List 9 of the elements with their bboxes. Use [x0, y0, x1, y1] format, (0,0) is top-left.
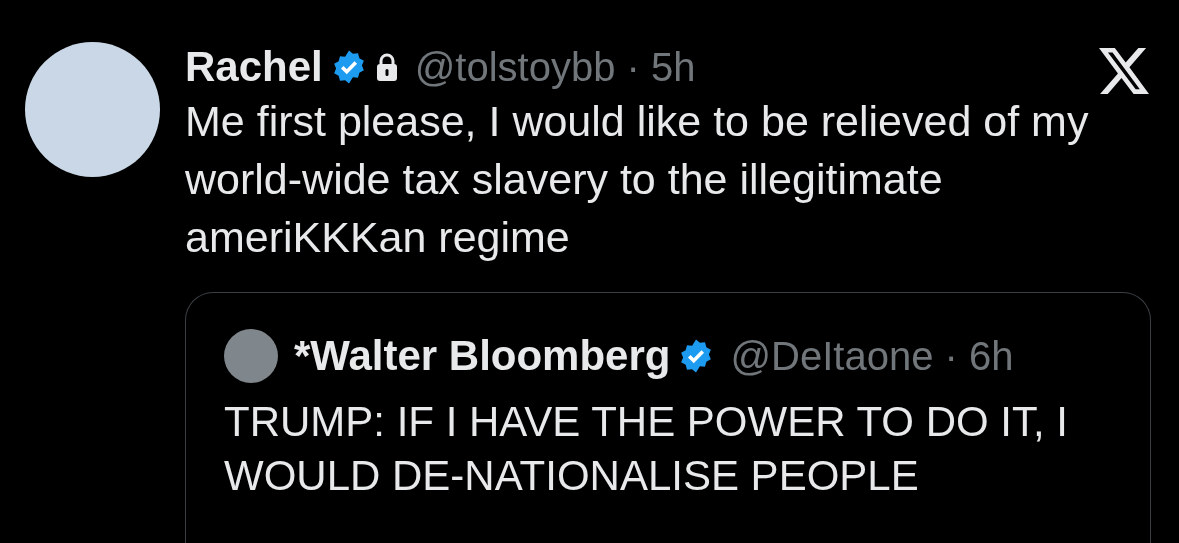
- avatar: [224, 329, 278, 384]
- x-logo-icon: [1099, 48, 1149, 94]
- author-name: Rachel: [185, 42, 323, 92]
- post-text: Me first please, I would like to be relieved of my world-wide tax slavery to the illegitimate ameriKKKan regime: [185, 96, 1090, 264]
- quoted-post-text: TRUMP: IF I HAVE THE POWER TO DO IT, I WOULD DE-NATIONALISE PEOPLE: [224, 397, 1069, 502]
- author-name: *Walter Bloomberg: [294, 331, 671, 382]
- handle-and-time: @DeItaone · 6h: [730, 333, 1014, 381]
- lock-icon: [374, 52, 399, 83]
- handle-and-time: @tolstoybb · 5h: [414, 44, 696, 92]
